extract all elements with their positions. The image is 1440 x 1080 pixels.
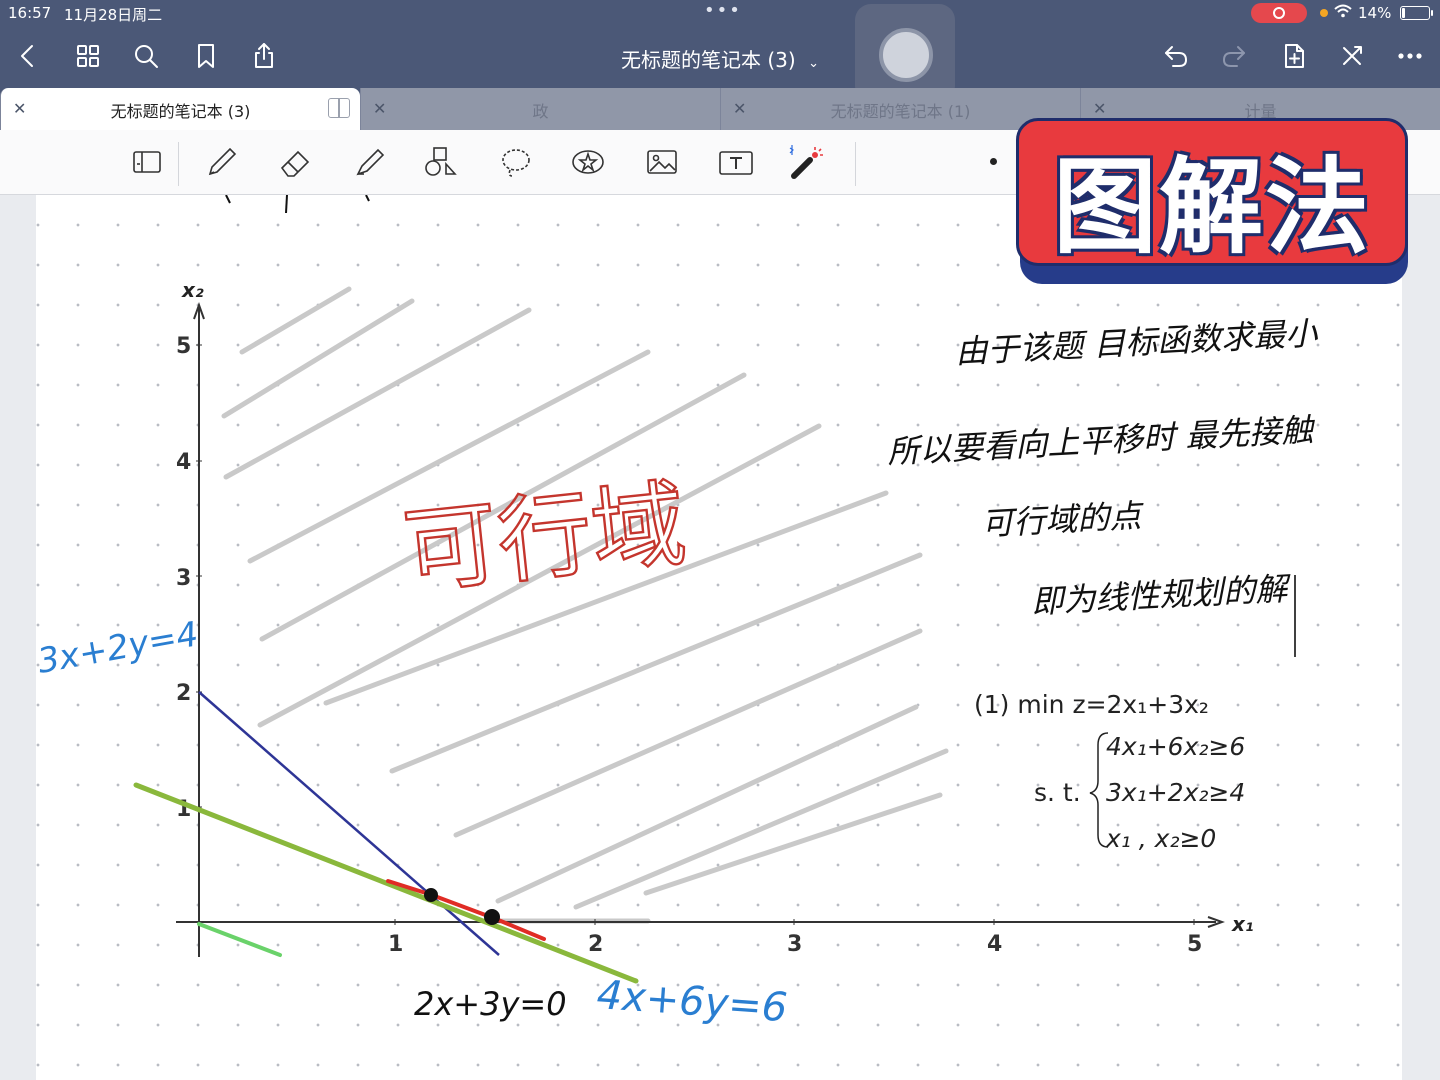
pen-size-dot-icon[interactable] [990,158,997,165]
x-tick-label: 4 [987,932,1002,957]
overlay-title-text: 图解法 [1052,146,1371,268]
objective-label: 2x+3y=0 [414,985,567,1023]
battery-icon [1400,6,1433,20]
close-pen-icon[interactable] [1336,40,1368,72]
split-view-icon[interactable] [328,98,350,118]
line-label-3x-2y-4: 3x+2y=4 [36,614,201,682]
grid-view-icon[interactable] [72,40,104,72]
x-axis-label: x₁ [1231,912,1254,936]
chevron-down-icon: ⌄ [808,56,819,71]
problem-constraint-1: 4x₁+6x₂≥6 [1106,732,1245,761]
vertex-point [424,888,438,902]
battery-percent: 14% [1358,4,1392,22]
add-page-icon[interactable] [1278,40,1310,72]
problem-constraint-3: x₁ , x₂≥0 [1105,824,1216,853]
tab-label: 无标题的笔记本 (3) [110,102,251,121]
tab-zheng[interactable]: ✕ 政 [360,88,720,130]
x-tick-label: 5 [1187,932,1202,957]
y-tick-label: 5 [176,334,191,359]
search-icon[interactable] [130,40,162,72]
wifi-icon [1334,4,1352,22]
share-icon[interactable] [248,40,280,72]
sticker-tool-icon[interactable] [568,142,608,182]
image-tool-icon[interactable] [642,142,682,182]
y-tick-labels: 1 2 3 4 5 [176,334,191,822]
graph-axes [176,302,1225,957]
tab-label: 政 [532,102,549,121]
vertex-point [484,909,500,925]
note-line-4: 即为线性规划的解 [1030,569,1293,621]
status-time: 16:57 [8,4,52,22]
note-line-2: 所以要看向上平移时 最先接触 [886,411,1317,471]
status-date: 11月28日周二 [64,6,163,24]
highlighter-tool-icon[interactable] [350,142,390,182]
multitask-dots-icon[interactable]: ••• [704,0,742,21]
problem-st-label: s. t. [1034,778,1081,807]
shapes-tool-icon[interactable] [422,142,462,182]
tab-notebook-3[interactable]: ✕ 无标题的笔记本 (3) [0,88,360,130]
constraint-line-4x-6y-6 [133,782,639,984]
y-tick-label: 2 [176,681,191,706]
x-tick-label: 1 [388,932,403,957]
y-tick-label: 4 [176,450,191,475]
more-icon[interactable] [1394,40,1426,72]
note-line-1: 由于该题 目标函数求最小 [954,314,1319,371]
eraser-tool-icon[interactable] [276,142,316,182]
note-line-3: 可行域的点 [980,497,1145,543]
handwritten-notes: 由于该题 目标函数求最小 所以要看向上平移时 最先接触 可行域的点 即为线性规划… [886,314,1319,621]
lasso-tool-icon[interactable] [496,142,536,182]
read-mode-icon[interactable] [128,142,168,182]
constraint-line-3x-2y-4 [198,691,500,956]
x-tick-label: 3 [787,932,802,957]
pen-tool-icon[interactable] [202,142,242,182]
screen-recording-indicator [1251,3,1307,23]
x-tick-labels: 1 2 3 4 5 [388,932,1202,957]
y-tick-label: 3 [176,566,191,591]
notebook-page[interactable]: x₂ x₁ 1 2 3 4 5 1 2 3 4 5 可行域 3x+2y=4 4x… [36,195,1402,1080]
overlay-title-banner: 图解法 [1016,118,1412,284]
back-icon[interactable] [12,40,44,72]
line-label-4x-6y-6: 4x+6y=6 [595,972,788,1031]
y-axis-label: x₂ [181,278,204,302]
bookmark-icon[interactable] [190,40,222,72]
feasible-region-hatching [221,286,949,924]
laser-pointer-icon[interactable] [788,142,828,182]
x-tick-label: 2 [588,932,603,957]
notebook-title: 无标题的笔记本 (3) [621,48,796,72]
text-tool-icon[interactable] [716,142,756,182]
mic-indicator-icon [1320,9,1328,17]
undo-icon[interactable] [1160,40,1192,72]
objective-line-2x-3y-0 [197,922,282,957]
redo-icon[interactable] [1218,40,1250,72]
feasible-region-label: 可行域 [399,470,691,608]
problem-constraint-2: 3x₁+2x₂≥4 [1106,778,1245,807]
problem-statement: (1) min z=2x₁+3x₂ s. t. 4x₁+6x₂≥6 3x₁+2x… [974,690,1245,853]
notebook-title-dropdown[interactable]: 无标题的笔记本 (3) ⌄ [560,44,880,73]
problem-objective: (1) min z=2x₁+3x₂ [974,690,1209,719]
top-bar: 16:57 11月28日周二 ••• 14% 无标题的笔记本 (3) ⌄ [0,0,1440,88]
